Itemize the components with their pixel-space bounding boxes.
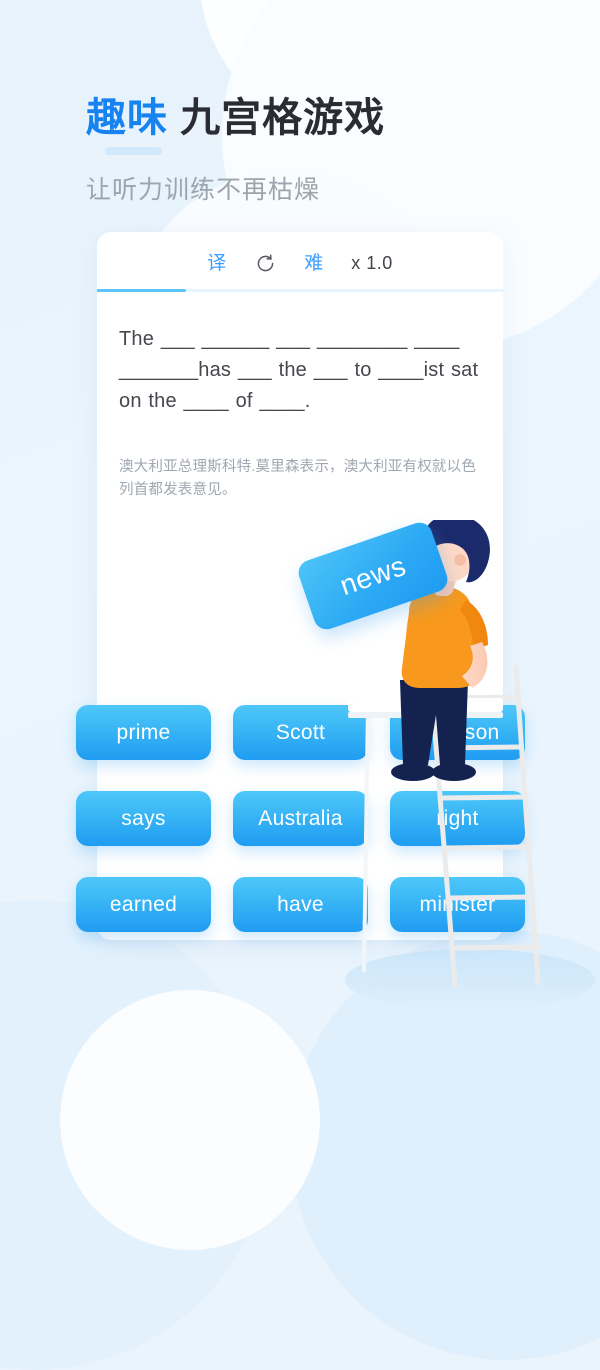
refresh-icon[interactable] bbox=[254, 252, 276, 274]
word-tile[interactable]: Australia bbox=[233, 791, 368, 846]
translate-button[interactable]: 译 bbox=[207, 254, 226, 273]
translation-text: 澳大利亚总理斯科特.莫里森表示，澳大利亚有权就以色列首都发表意见。 bbox=[119, 459, 477, 498]
word-tile[interactable]: prime bbox=[76, 705, 211, 760]
page-title-rest: 九宫格游戏 bbox=[180, 96, 386, 140]
page-title: 趣味 九宫格游戏 bbox=[86, 85, 385, 143]
word-tile[interactable]: have bbox=[233, 877, 368, 932]
card-toolbar: 译 难 x 1.0 bbox=[97, 232, 503, 288]
word-tile[interactable]: earned bbox=[76, 877, 211, 932]
word-tile[interactable]: says bbox=[76, 791, 211, 846]
page-title-accent: 趣味 bbox=[86, 96, 168, 140]
word-tile[interactable]: right bbox=[390, 791, 525, 846]
word-tile[interactable]: Morrison bbox=[390, 705, 525, 760]
passage-text: The ___ ______ ___ ________ ____ _______… bbox=[119, 328, 479, 412]
progress-fill bbox=[97, 289, 187, 292]
progress-track[interactable] bbox=[97, 289, 503, 292]
difficulty-button[interactable]: 难 bbox=[304, 254, 323, 273]
background-blob bbox=[60, 990, 320, 1250]
title-underline-decoration bbox=[105, 147, 162, 155]
page-subtitle: 让听力训练不再枯燥 bbox=[86, 176, 321, 204]
word-tile[interactable]: Scott bbox=[233, 705, 368, 760]
word-tile-grid: prime Scott Morrison says Australia right earn… bbox=[76, 705, 526, 932]
speed-button[interactable]: x 1.0 bbox=[351, 254, 393, 272]
word-tile[interactable]: minister bbox=[390, 877, 525, 932]
